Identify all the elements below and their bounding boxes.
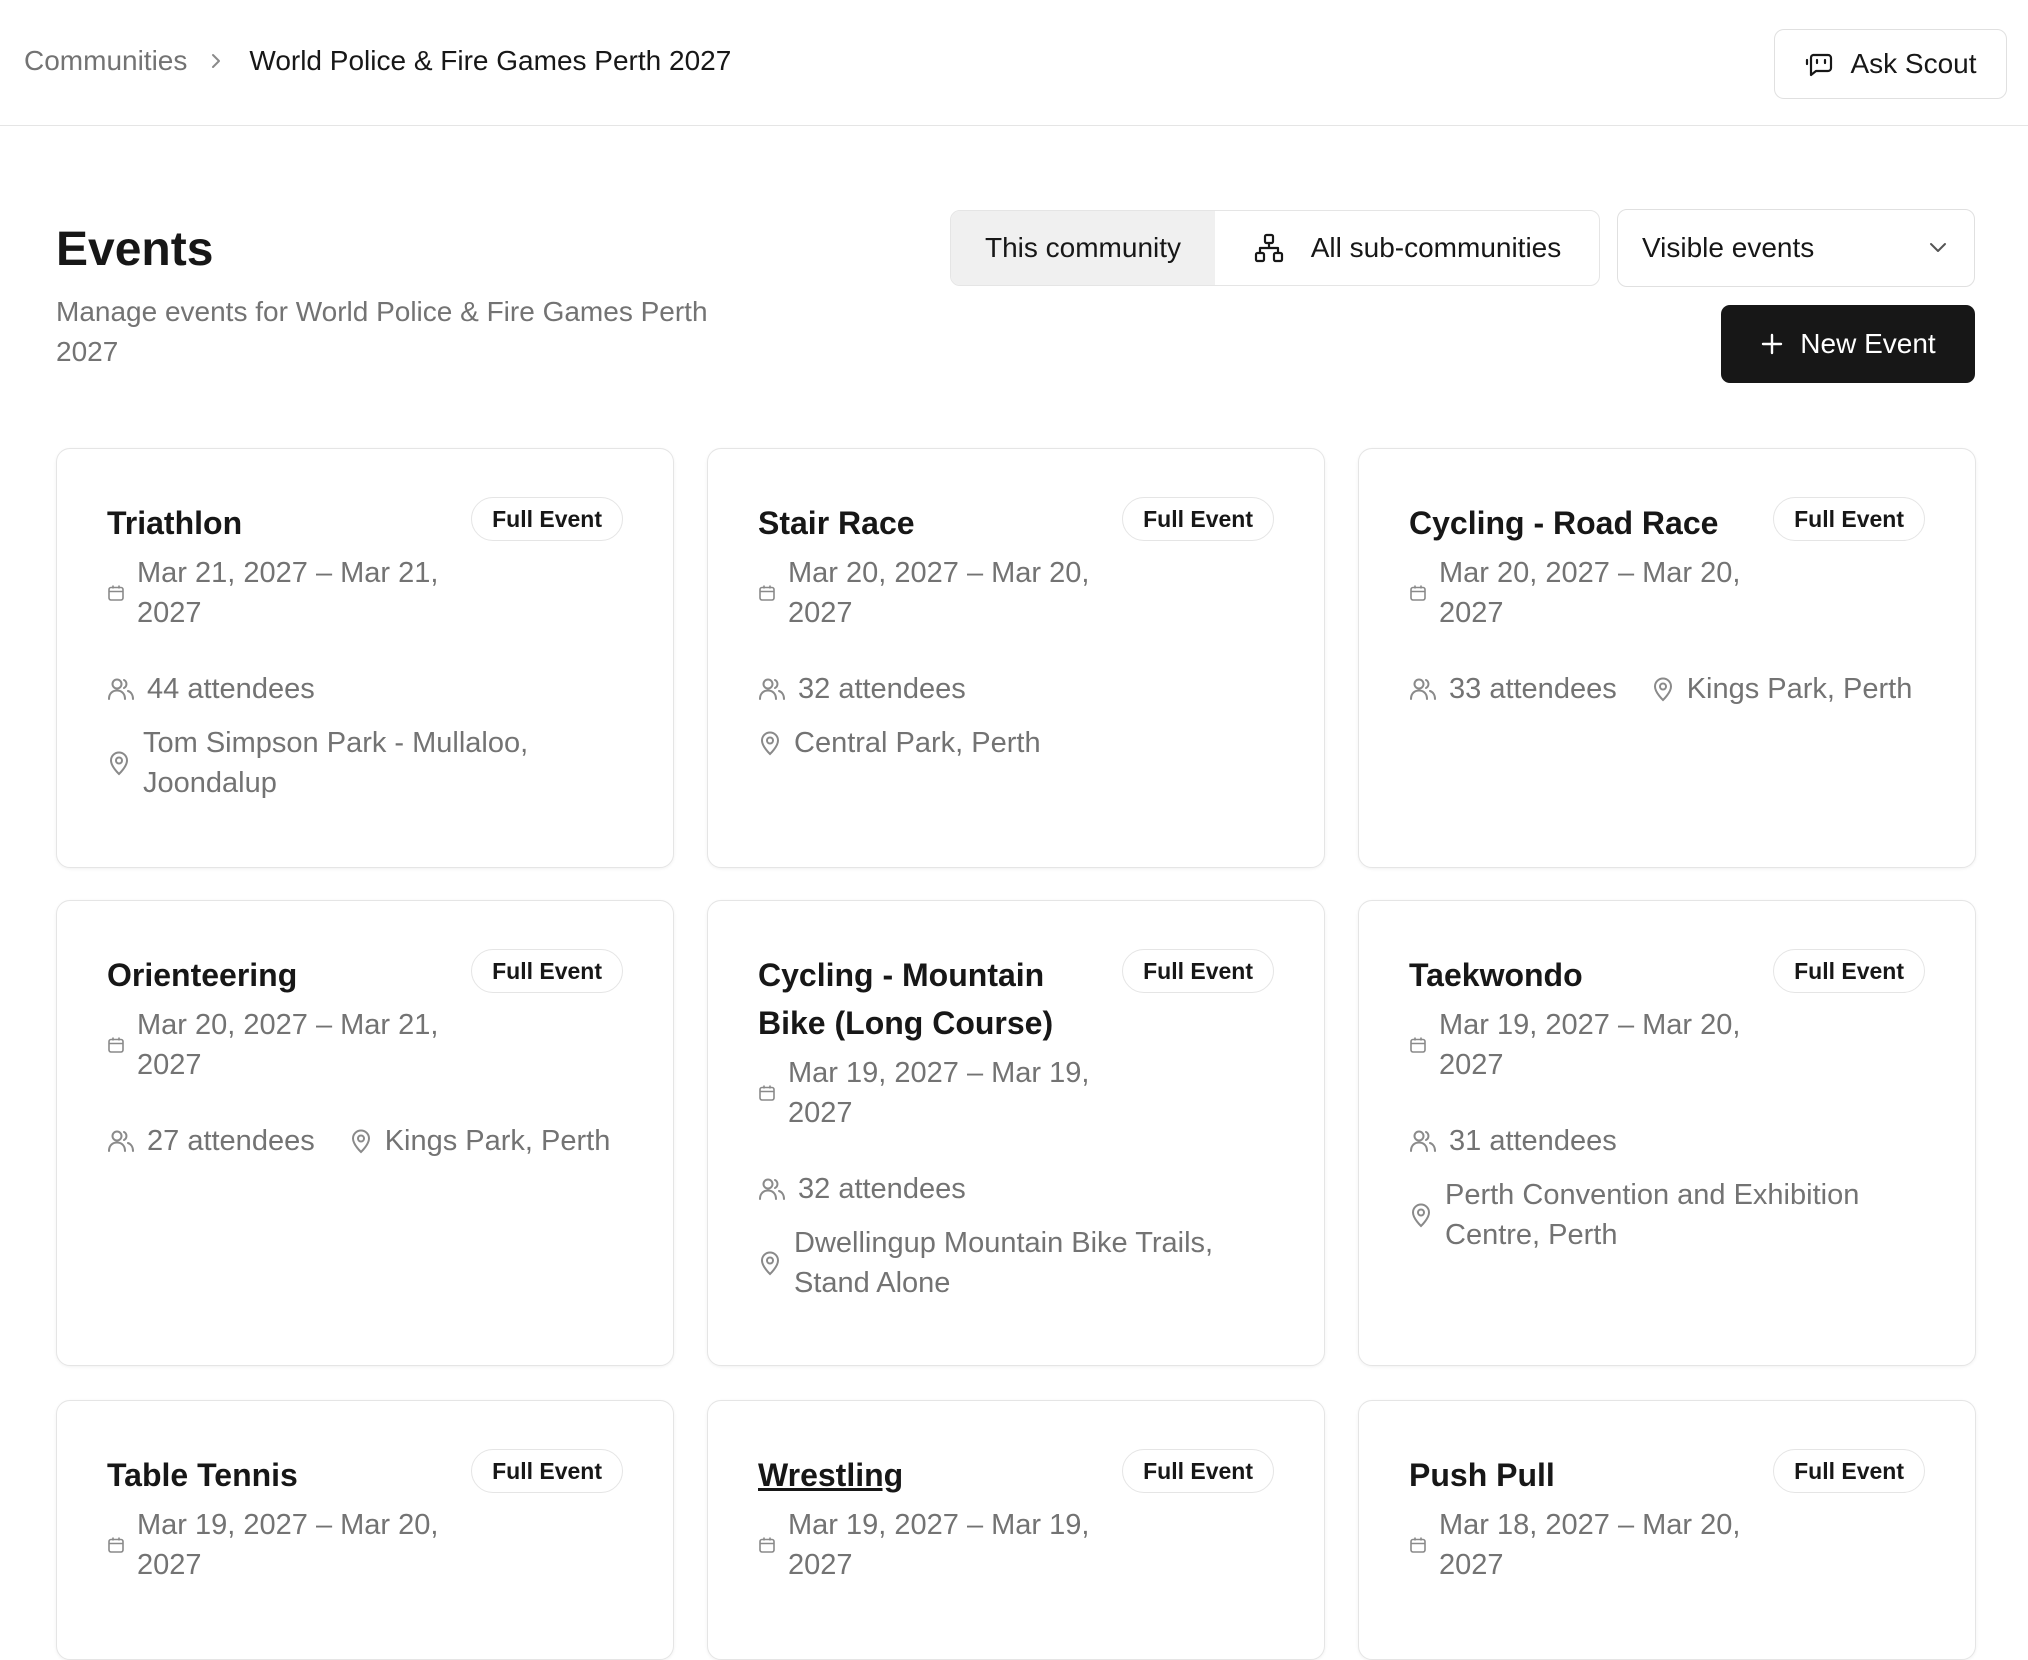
map-pin-icon [1409,1202,1433,1228]
event-title[interactable]: Cycling - Road Race [1409,499,1718,547]
event-card-table-tennis[interactable]: Table Tennis Full Event Mar 19, 2027 – M… [56,1400,674,1660]
event-date: Mar 20, 2027 – Mar 21, 2027 [137,1009,439,1081]
event-card-cycling-road-race[interactable]: Cycling - Road Race Full Event Mar 20, 2… [1358,448,1976,868]
event-location: Perth Convention and Exhibition Centre, … [1409,1175,1925,1255]
event-title[interactable]: Orienteering [107,951,297,999]
event-title[interactable]: Wrestling [758,1451,903,1499]
event-title[interactable]: Stair Race [758,499,915,547]
event-attendees: 44 attendees [107,669,315,709]
event-card-orienteering[interactable]: Orienteering Full Event Mar 20, 2027 – M… [56,900,674,1366]
event-card-cycling-mountain-bike[interactable]: Cycling - Mountain Bike (Long Course) Fu… [707,900,1325,1366]
ask-scout-button[interactable]: Ask Scout [1774,29,2007,99]
event-type-badge: Full Event [1122,497,1274,541]
event-date: Mar 19, 2027 – Mar 19, 2027 [788,1057,1090,1129]
calendar-icon [107,584,125,602]
users-icon [1409,677,1437,701]
users-icon [758,677,786,701]
event-date: Mar 21, 2027 – Mar 21, 2027 [137,557,439,629]
event-attendees: 33 attendees [1409,669,1617,709]
visibility-select-value: Visible events [1642,232,1815,263]
event-type-badge: Full Event [471,1449,623,1493]
breadcrumb: Communities World Police & Fire Games Pe… [24,45,731,77]
breadcrumb-current: World Police & Fire Games Perth 2027 [249,45,732,76]
event-card-taekwondo[interactable]: Taekwondo Full Event Mar 19, 2027 – Mar … [1358,900,1976,1366]
event-location: Kings Park, Perth [1651,669,1912,709]
event-date: Mar 19, 2027 – Mar 20, 2027 [137,1509,439,1581]
plus-icon [1760,332,1784,356]
chevron-right-icon [209,51,223,71]
top-bar: Communities World Police & Fire Games Pe… [0,0,2028,126]
visibility-select[interactable]: Visible events [1617,209,1975,287]
event-title[interactable]: Table Tennis [107,1451,298,1499]
this-community-label: This community [984,232,1182,263]
event-attendees: 27 attendees [107,1121,315,1161]
calendar-icon [107,1036,125,1054]
users-icon [107,1129,135,1153]
calendar-icon [1409,1036,1427,1054]
new-event-label: New Event [1800,328,1936,359]
calendar-icon [107,1536,125,1554]
map-pin-icon [1651,676,1675,702]
event-location: Dwellingup Mountain Bike Trails, Stand A… [758,1223,1274,1303]
map-pin-icon [349,1128,373,1154]
bot-message-icon [1804,49,1834,79]
calendar-icon [758,1536,776,1554]
all-sub-communities-label: All sub-communities [1310,232,1562,263]
all-sub-communities-option[interactable]: All sub-communities [1215,211,1599,285]
chevron-down-icon [1928,241,1948,255]
event-date: Mar 18, 2027 – Mar 20, 2027 [1439,1509,1741,1581]
page-title: Events [56,223,214,276]
event-type-badge: Full Event [1773,497,1925,541]
event-location: Central Park, Perth [758,723,1274,763]
event-attendees: 32 attendees [758,669,966,709]
ask-scout-label: Ask Scout [1850,48,1977,79]
page-subtitle: Manage events for World Police & Fire Ga… [56,296,708,367]
map-pin-icon [758,1250,782,1276]
map-pin-icon [107,750,131,776]
event-title[interactable]: Push Pull [1409,1451,1555,1499]
event-card-wrestling[interactable]: Wrestling Full Event Mar 19, 2027 – Mar … [707,1400,1325,1660]
calendar-icon [758,584,776,602]
map-pin-icon [758,730,782,756]
new-event-button[interactable]: New Event [1721,305,1975,383]
calendar-icon [758,1084,776,1102]
users-icon [1409,1129,1437,1153]
event-date: Mar 19, 2027 – Mar 20, 2027 [1439,1009,1741,1081]
event-date: Mar 20, 2027 – Mar 20, 2027 [788,557,1090,629]
event-location: Tom Simpson Park - Mullaloo, Joondalup [107,723,623,803]
event-location: Kings Park, Perth [349,1121,610,1161]
event-date: Mar 20, 2027 – Mar 20, 2027 [1439,557,1741,629]
breadcrumb-communities-link[interactable]: Communities [24,45,187,77]
event-title[interactable]: Triathlon [107,499,242,547]
event-type-badge: Full Event [1773,949,1925,993]
event-attendees: 32 attendees [758,1169,966,1209]
this-community-option[interactable]: This community [951,211,1215,285]
calendar-icon [1409,584,1427,602]
event-attendees: 31 attendees [1409,1121,1617,1161]
users-icon [107,677,135,701]
community-scope-toggle: This community All sub-communities [950,210,1600,286]
event-card-stair-race[interactable]: Stair Race Full Event Mar 20, 2027 – Mar… [707,448,1325,868]
event-title[interactable]: Taekwondo [1409,951,1583,999]
event-type-badge: Full Event [471,497,623,541]
event-type-badge: Full Event [1122,1449,1274,1493]
event-type-badge: Full Event [1773,1449,1925,1493]
event-date: Mar 19, 2027 – Mar 19, 2027 [788,1509,1090,1581]
users-icon [758,1177,786,1201]
event-title[interactable]: Cycling - Mountain Bike (Long Course) [758,951,1118,1047]
event-type-badge: Full Event [1122,949,1274,993]
event-card-push-pull[interactable]: Push Pull Full Event Mar 18, 2027 – Mar … [1358,1400,1976,1660]
calendar-icon [1409,1536,1427,1554]
event-card-triathlon[interactable]: Triathlon Full Event Mar 21, 2027 – Mar … [56,448,674,868]
event-type-badge: Full Event [471,949,623,993]
network-icon [1253,232,1285,264]
